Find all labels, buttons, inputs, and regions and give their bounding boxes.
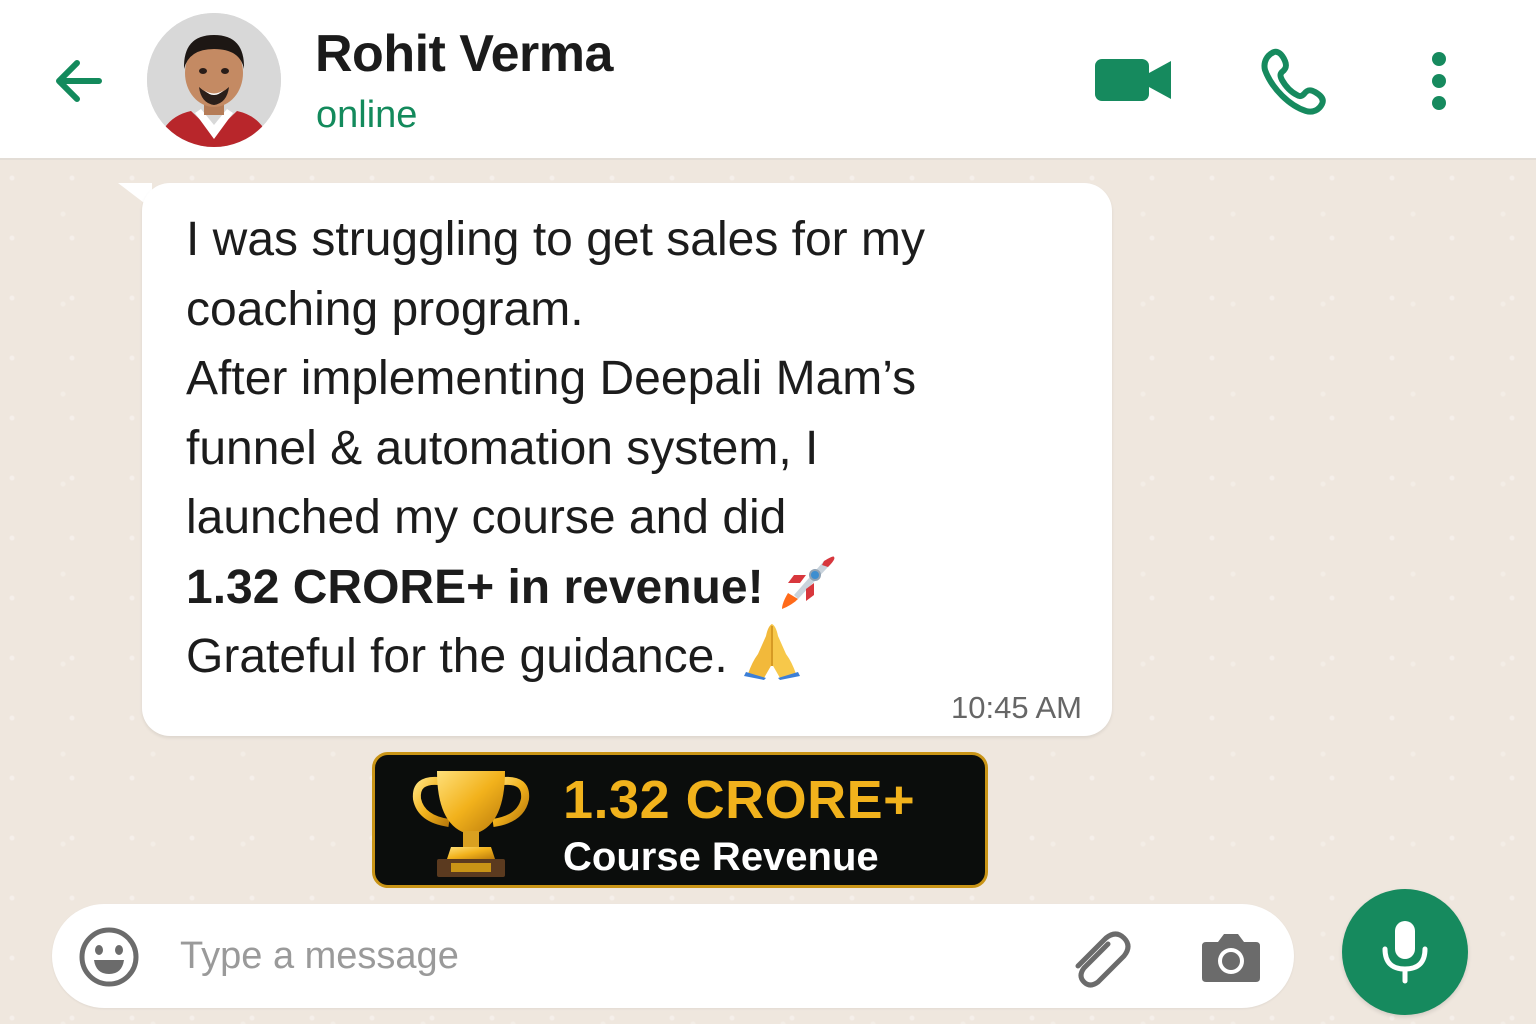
message-closing-line: Grateful for the guidance. (186, 622, 1086, 692)
message-line: coaching program. (186, 282, 584, 336)
chat-header: Rohit Verma online (0, 0, 1536, 160)
message-composer (52, 904, 1294, 1008)
badge-amount: 1.32 CRORE+ (563, 770, 916, 830)
voice-call-button[interactable] (1256, 44, 1330, 118)
revenue-badge: 1.32 CRORE+ Course Revenue (372, 752, 988, 888)
more-options-button[interactable] (1416, 44, 1462, 118)
message-line: launched my course and did (186, 491, 787, 544)
phone-icon (1261, 48, 1326, 115)
voice-message-button[interactable] (1342, 889, 1468, 1015)
message-timestamp: 10:45 AM (951, 690, 1082, 725)
message-closing: Grateful for the guidance. (186, 630, 728, 683)
avatar[interactable] (147, 13, 281, 147)
message-highlight: 1.32 CRORE+ in revenue! (186, 560, 764, 614)
back-button[interactable] (46, 48, 112, 114)
message-highlight-line: 1.32 CRORE+ in revenue! (186, 553, 1086, 623)
rocket-emoji (781, 556, 834, 609)
contact-status: online (316, 94, 418, 136)
trophy-icon (412, 771, 530, 877)
message-input[interactable] (180, 926, 1020, 986)
arrow-left-icon (56, 60, 102, 102)
microphone-icon (1382, 921, 1428, 984)
message-line: funnel & automation system, I (186, 421, 819, 475)
camera-icon[interactable] (1200, 928, 1262, 984)
more-vertical-icon (1432, 52, 1446, 110)
message-line: After implementing Deepali Mam’s (186, 352, 917, 405)
avatar-image (147, 13, 281, 147)
message-bubble[interactable]: I was struggling to get sales for my coa… (142, 183, 1112, 736)
paperclip-icon[interactable] (1064, 924, 1134, 994)
contact-name[interactable]: Rohit Verma (315, 24, 613, 84)
folded-hands-emoji (743, 624, 800, 680)
message-line: I was struggling to get sales for my (186, 213, 925, 266)
badge-label: Course Revenue (563, 835, 879, 879)
message-text: I was struggling to get sales for my coa… (186, 205, 1086, 692)
smiley-icon[interactable] (78, 926, 140, 988)
video-call-button[interactable] (1090, 48, 1176, 112)
video-camera-icon (1095, 59, 1171, 101)
